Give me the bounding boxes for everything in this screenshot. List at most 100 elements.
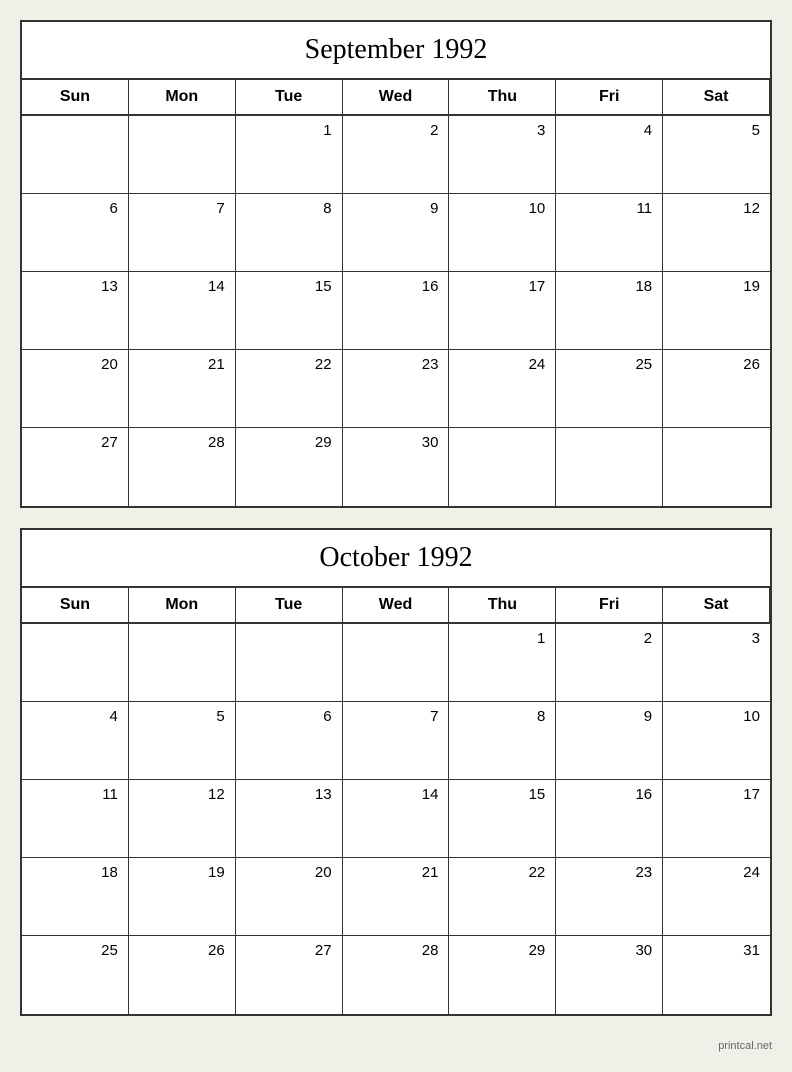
day-cell: 2 (343, 116, 450, 194)
october-grid: Sun Mon Tue Wed Thu Fri Sat 1 2 3 4 5 6 … (22, 588, 770, 1014)
day-cell (449, 428, 556, 506)
day-cell (236, 624, 343, 702)
day-number: 17 (669, 784, 764, 803)
day-cell: 13 (22, 272, 129, 350)
day-number: 3 (455, 120, 549, 139)
day-cell: 26 (129, 936, 236, 1014)
day-cell: 6 (236, 702, 343, 780)
day-cell: 30 (556, 936, 663, 1014)
day-cell: 14 (343, 780, 450, 858)
day-cell: 22 (236, 350, 343, 428)
day-cell (22, 624, 129, 702)
day-number: 23 (349, 354, 443, 373)
day-cell: 4 (22, 702, 129, 780)
day-cell: 17 (663, 780, 770, 858)
october-title: October 1992 (22, 530, 770, 588)
day-number: 16 (562, 784, 656, 803)
header-mon: Mon (129, 588, 236, 624)
day-cell: 4 (556, 116, 663, 194)
day-cell: 1 (236, 116, 343, 194)
header-thu: Thu (449, 588, 556, 624)
day-number: 30 (562, 940, 656, 959)
day-number: 10 (455, 198, 549, 217)
day-cell: 28 (343, 936, 450, 1014)
day-number: 25 (562, 354, 656, 373)
calendars-container: September 1992 Sun Mon Tue Wed Thu Fri S… (20, 20, 772, 1052)
day-number: 6 (242, 706, 336, 725)
day-number: 8 (455, 706, 549, 725)
day-cell: 23 (343, 350, 450, 428)
day-number: 16 (349, 276, 443, 295)
day-number: 9 (562, 706, 656, 725)
day-number: 4 (562, 120, 656, 139)
day-number: 12 (669, 198, 764, 217)
day-cell: 1 (449, 624, 556, 702)
day-cell: 7 (343, 702, 450, 780)
day-number: 14 (135, 276, 229, 295)
day-cell: 11 (22, 780, 129, 858)
day-cell: 15 (236, 272, 343, 350)
day-cell: 15 (449, 780, 556, 858)
day-number: 29 (242, 432, 336, 451)
day-number: 21 (349, 862, 443, 881)
day-number: 1 (242, 120, 336, 139)
september-title: September 1992 (22, 22, 770, 80)
day-number: 2 (562, 628, 656, 647)
day-cell: 31 (663, 936, 770, 1014)
day-number: 1 (455, 628, 549, 647)
day-number: 18 (28, 862, 122, 881)
day-cell (556, 428, 663, 506)
day-number: 5 (135, 706, 229, 725)
day-cell: 3 (663, 624, 770, 702)
day-number: 23 (562, 862, 656, 881)
day-cell (129, 116, 236, 194)
october-calendar: October 1992 Sun Mon Tue Wed Thu Fri Sat… (20, 528, 772, 1016)
header-sun: Sun (22, 80, 129, 116)
day-number: 13 (242, 784, 336, 803)
day-number: 17 (455, 276, 549, 295)
header-sat: Sat (663, 588, 770, 624)
day-cell: 29 (449, 936, 556, 1014)
day-number: 7 (349, 706, 443, 725)
day-number: 19 (135, 862, 229, 881)
day-cell: 27 (236, 936, 343, 1014)
day-cell: 9 (343, 194, 450, 272)
day-number: 2 (349, 120, 443, 139)
day-cell: 9 (556, 702, 663, 780)
header-fri: Fri (556, 80, 663, 116)
header-sat: Sat (663, 80, 770, 116)
day-number: 18 (562, 276, 656, 295)
day-cell: 8 (236, 194, 343, 272)
header-wed: Wed (343, 588, 450, 624)
day-cell: 27 (22, 428, 129, 506)
day-cell: 20 (22, 350, 129, 428)
day-number: 12 (135, 784, 229, 803)
day-cell: 17 (449, 272, 556, 350)
day-cell: 24 (449, 350, 556, 428)
day-number: 21 (135, 354, 229, 373)
day-cell: 29 (236, 428, 343, 506)
footer: printcal.net (20, 1036, 772, 1052)
day-number: 8 (242, 198, 336, 217)
day-number: 14 (349, 784, 443, 803)
day-cell: 24 (663, 858, 770, 936)
day-cell: 6 (22, 194, 129, 272)
day-cell: 23 (556, 858, 663, 936)
day-cell: 19 (663, 272, 770, 350)
day-cell (663, 428, 770, 506)
day-number: 26 (669, 354, 764, 373)
day-number: 28 (135, 432, 229, 451)
day-number: 25 (28, 940, 122, 959)
day-cell: 11 (556, 194, 663, 272)
day-cell: 21 (129, 350, 236, 428)
day-cell (343, 624, 450, 702)
day-number: 30 (349, 432, 443, 451)
day-number: 20 (242, 862, 336, 881)
day-cell: 18 (22, 858, 129, 936)
day-number: 3 (669, 628, 764, 647)
day-number: 4 (28, 706, 122, 725)
day-number: 28 (349, 940, 443, 959)
day-number: 7 (135, 198, 229, 217)
day-number: 31 (669, 940, 764, 959)
day-number: 15 (455, 784, 549, 803)
